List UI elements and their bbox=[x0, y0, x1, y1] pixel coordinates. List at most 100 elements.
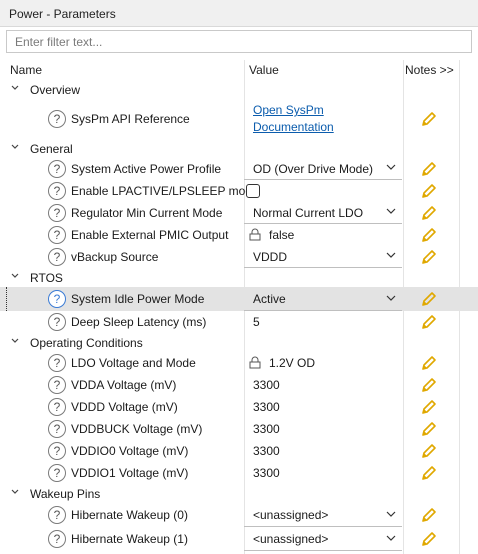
chevron-down-icon[interactable] bbox=[10, 335, 20, 347]
help-icon[interactable]: ? bbox=[48, 182, 66, 200]
help-icon[interactable]: ? bbox=[48, 290, 66, 308]
column-header-notes[interactable]: Notes >> bbox=[405, 63, 454, 77]
lpactive-checkbox[interactable] bbox=[246, 184, 260, 198]
syspm-doc-link-line2[interactable]: Documentation bbox=[253, 120, 334, 134]
filter-input[interactable] bbox=[7, 31, 471, 52]
parameters-table: Name Value Notes >> Overview ? SysPm API… bbox=[0, 60, 478, 551]
select-value: OD (Over Drive Mode) bbox=[253, 162, 374, 176]
lock-icon bbox=[249, 228, 261, 241]
caret-down-icon bbox=[386, 295, 396, 301]
caret-down-icon bbox=[386, 252, 396, 258]
help-icon[interactable]: ? bbox=[48, 420, 66, 438]
chevron-down-icon[interactable] bbox=[10, 486, 20, 498]
pencil-icon[interactable] bbox=[420, 354, 438, 372]
param-name: Hibernate Wakeup (1) bbox=[71, 532, 188, 546]
column-header-value[interactable]: Value bbox=[249, 63, 279, 77]
category-wakeup-pins[interactable]: Wakeup Pins bbox=[0, 484, 478, 503]
param-name: VDDA Voltage (mV) bbox=[71, 378, 177, 392]
pencil-icon[interactable] bbox=[420, 110, 438, 128]
help-icon[interactable]: ? bbox=[48, 442, 66, 460]
pencil-icon[interactable] bbox=[420, 442, 438, 460]
param-row-vddio1: ? VDDIO1 Voltage (mV) 3300 bbox=[0, 462, 478, 484]
pencil-icon[interactable] bbox=[420, 420, 438, 438]
pencil-icon[interactable] bbox=[420, 182, 438, 200]
help-icon[interactable]: ? bbox=[48, 398, 66, 416]
help-icon[interactable]: ? bbox=[48, 248, 66, 266]
help-icon[interactable]: ? bbox=[48, 204, 66, 222]
param-name: Deep Sleep Latency (ms) bbox=[71, 315, 207, 329]
chevron-down-icon[interactable] bbox=[10, 270, 20, 282]
caret-down-icon bbox=[386, 535, 396, 541]
pencil-icon[interactable] bbox=[420, 204, 438, 222]
param-row-vdda: ? VDDA Voltage (mV) 3300 bbox=[0, 374, 478, 396]
category-label: Operating Conditions bbox=[30, 336, 143, 350]
chevron-down-icon[interactable] bbox=[10, 141, 20, 153]
pencil-icon[interactable] bbox=[420, 313, 438, 331]
pencil-icon[interactable] bbox=[420, 398, 438, 416]
help-icon[interactable]: ? bbox=[48, 506, 66, 524]
readonly-value: 1.2V OD bbox=[269, 356, 316, 370]
select-value: Normal Current LDO bbox=[253, 206, 364, 220]
column-header-name[interactable]: Name bbox=[10, 63, 42, 77]
category-operating-conditions[interactable]: Operating Conditions bbox=[0, 333, 478, 352]
select-value: VDDD bbox=[253, 250, 288, 264]
select-value: Active bbox=[253, 292, 286, 306]
param-name: SysPm API Reference bbox=[71, 112, 190, 126]
pencil-icon[interactable] bbox=[420, 464, 438, 482]
param-value[interactable]: 3300 bbox=[253, 400, 280, 414]
help-icon[interactable]: ? bbox=[48, 354, 66, 372]
param-row-idle-mode[interactable]: ? System Idle Power Mode Active bbox=[0, 287, 478, 311]
param-value[interactable]: 5 bbox=[253, 315, 260, 329]
select-value: <unassigned> bbox=[253, 532, 329, 546]
pencil-icon[interactable] bbox=[420, 226, 438, 244]
help-icon[interactable]: ? bbox=[48, 226, 66, 244]
param-name: vBackup Source bbox=[71, 250, 159, 264]
param-name: VDDBUCK Voltage (mV) bbox=[71, 422, 203, 436]
pencil-icon[interactable] bbox=[420, 530, 438, 548]
category-overview[interactable]: Overview bbox=[0, 80, 478, 99]
param-row-syspm-api: ? SysPm API Reference Open SysPm Documen… bbox=[0, 99, 478, 139]
chevron-down-icon[interactable] bbox=[10, 82, 20, 94]
category-label: RTOS bbox=[30, 271, 63, 285]
window-title: Power - Parameters bbox=[9, 7, 116, 21]
param-row-vddio0: ? VDDIO0 Voltage (mV) 3300 bbox=[0, 440, 478, 462]
param-name: VDDIO1 Voltage (mV) bbox=[71, 466, 189, 480]
pencil-icon[interactable] bbox=[420, 506, 438, 524]
param-row-ext-pmic: ? Enable External PMIC Output false bbox=[0, 224, 478, 246]
help-icon[interactable]: ? bbox=[48, 530, 66, 548]
pencil-icon[interactable] bbox=[420, 376, 438, 394]
param-value[interactable]: 3300 bbox=[253, 422, 280, 436]
select-value: <unassigned> bbox=[253, 508, 329, 522]
category-rtos[interactable]: RTOS bbox=[0, 268, 478, 287]
param-name: VDDIO0 Voltage (mV) bbox=[71, 444, 189, 458]
caret-down-icon bbox=[386, 511, 396, 517]
caret-down-icon bbox=[386, 164, 396, 170]
category-label: Overview bbox=[30, 83, 81, 97]
pencil-icon[interactable] bbox=[420, 248, 438, 266]
param-name: Enable LPACTIVE/LPSLEEP mode bbox=[71, 184, 259, 198]
help-icon[interactable]: ? bbox=[48, 313, 66, 331]
help-icon[interactable]: ? bbox=[48, 376, 66, 394]
caret-down-icon bbox=[386, 208, 396, 214]
help-icon[interactable]: ? bbox=[48, 110, 66, 128]
param-row-active-profile: ? System Active Power Profile OD (Over D… bbox=[0, 158, 478, 180]
window-titlebar: Power - Parameters bbox=[0, 0, 478, 27]
param-name: Hibernate Wakeup (0) bbox=[71, 508, 188, 522]
pencil-icon[interactable] bbox=[420, 290, 438, 308]
category-general[interactable]: General bbox=[0, 139, 478, 158]
param-name: Enable External PMIC Output bbox=[71, 228, 229, 242]
param-name: System Active Power Profile bbox=[71, 162, 222, 176]
param-row-reg-min: ? Regulator Min Current Mode Normal Curr… bbox=[0, 202, 478, 224]
category-label: Wakeup Pins bbox=[30, 487, 101, 501]
param-row-vddbuck: ? VDDBUCK Voltage (mV) 3300 bbox=[0, 418, 478, 440]
help-icon[interactable]: ? bbox=[48, 160, 66, 178]
param-row-deep-sleep: ? Deep Sleep Latency (ms) 5 bbox=[0, 311, 478, 333]
lock-icon bbox=[249, 356, 261, 369]
param-value[interactable]: 3300 bbox=[253, 444, 280, 458]
param-value[interactable]: 3300 bbox=[253, 378, 280, 392]
filter-field[interactable] bbox=[6, 30, 472, 53]
help-icon[interactable]: ? bbox=[48, 464, 66, 482]
param-value[interactable]: 3300 bbox=[253, 466, 280, 480]
pencil-icon[interactable] bbox=[420, 160, 438, 178]
syspm-doc-link-line1[interactable]: Open SysPm bbox=[253, 103, 324, 117]
